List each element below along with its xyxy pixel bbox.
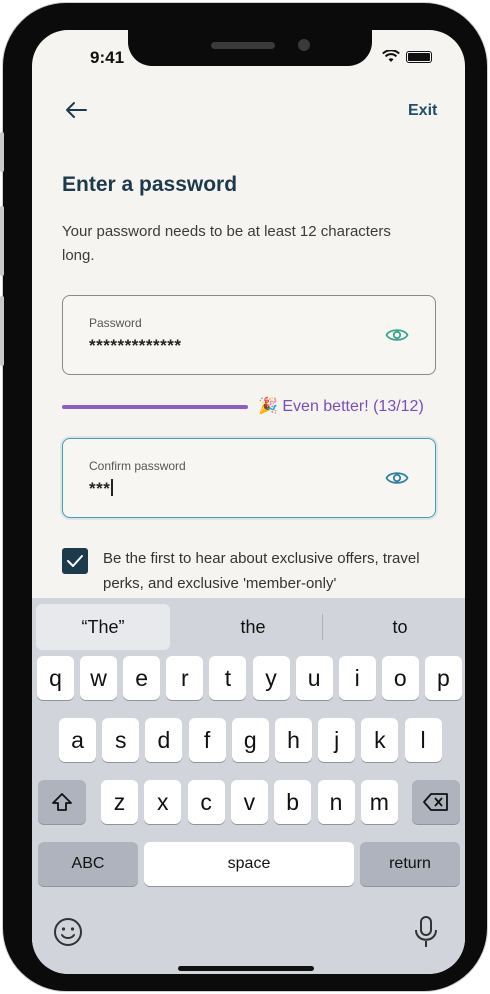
key-n[interactable]: n [317, 780, 355, 824]
shift-key[interactable] [38, 780, 86, 824]
key-i[interactable]: i [338, 656, 376, 700]
shift-icon [52, 793, 72, 811]
key-s[interactable]: s [102, 718, 140, 762]
speaker [211, 42, 275, 49]
confirm-password-label: Confirm password [89, 459, 186, 473]
microphone-icon[interactable] [413, 914, 439, 950]
password-strength: 🎉 Even better! (13/12) [62, 395, 436, 419]
key-o[interactable]: o [381, 656, 419, 700]
key-w[interactable]: w [80, 656, 118, 700]
wifi-icon [382, 50, 400, 62]
confirm-password-value: *** [89, 479, 113, 499]
password-field[interactable]: Password ************* [62, 295, 436, 375]
password-label: Password [89, 316, 142, 330]
password-value: ************* [89, 336, 182, 355]
key-d[interactable]: d [145, 718, 183, 762]
eye-icon[interactable] [385, 469, 409, 487]
suggestion-3[interactable]: to [332, 604, 465, 650]
front-camera [298, 39, 310, 51]
suggestion-divider [322, 614, 323, 640]
key-h[interactable]: h [275, 718, 312, 762]
return-key[interactable]: return [360, 842, 460, 886]
key-x[interactable]: x [144, 780, 182, 824]
exit-button[interactable]: Exit [408, 102, 437, 120]
backspace-key[interactable] [412, 780, 460, 824]
key-l[interactable]: l [404, 718, 442, 762]
key-j[interactable]: j [318, 718, 356, 762]
key-e[interactable]: e [123, 656, 161, 700]
status-time: 9:41 [90, 48, 125, 67]
volume-down-button [0, 296, 4, 366]
checkmark-icon [67, 555, 83, 567]
space-key[interactable]: space [144, 842, 354, 886]
backspace-icon [423, 793, 448, 811]
confirm-password-field[interactable]: Confirm password *** [62, 438, 436, 518]
key-a[interactable]: a [59, 718, 96, 762]
key-y[interactable]: y [252, 656, 290, 700]
confirm-password-text: *** [89, 479, 111, 498]
key-f[interactable]: f [188, 718, 226, 762]
key-p[interactable]: p [424, 656, 462, 700]
eye-icon[interactable] [385, 326, 409, 344]
key-u[interactable]: u [295, 656, 333, 700]
strength-text: 🎉 Even better! (13/12) [258, 398, 424, 415]
battery-icon [406, 50, 432, 63]
key-b[interactable]: b [274, 780, 312, 824]
suggestion-1[interactable]: “The” [36, 604, 170, 650]
page-title: Enter a password [62, 173, 238, 196]
page-subtitle: Your password needs to be at least 12 ch… [62, 223, 391, 264]
key-t[interactable]: t [209, 656, 247, 700]
volume-up-button [0, 206, 4, 276]
key-v[interactable]: v [230, 780, 268, 824]
strength-bar [62, 405, 248, 409]
mute-switch [0, 132, 4, 172]
emoji-icon[interactable] [52, 916, 84, 948]
key-m[interactable]: m [360, 780, 398, 824]
key-k[interactable]: k [361, 718, 399, 762]
notch [128, 30, 372, 66]
key-g[interactable]: g [231, 718, 269, 762]
screen: 9:41 Exit Enter a password Your password… [32, 30, 465, 974]
key-q[interactable]: q [37, 656, 74, 700]
text-cursor [111, 479, 113, 496]
suggestion-2[interactable]: the [184, 604, 322, 650]
keyboard: “The” the to qwertyuiop asdfghjkl zxcvbn… [32, 598, 465, 974]
home-indicator [178, 966, 314, 971]
consent-checkbox[interactable] [62, 548, 88, 574]
consent-text: Be the first to hear about exclusive off… [103, 550, 420, 592]
key-r[interactable]: r [166, 656, 204, 700]
abc-key[interactable]: ABC [38, 842, 138, 886]
status-icons [382, 50, 432, 63]
key-c[interactable]: c [187, 780, 225, 824]
key-z[interactable]: z [101, 780, 138, 824]
back-arrow-icon[interactable] [62, 96, 90, 124]
